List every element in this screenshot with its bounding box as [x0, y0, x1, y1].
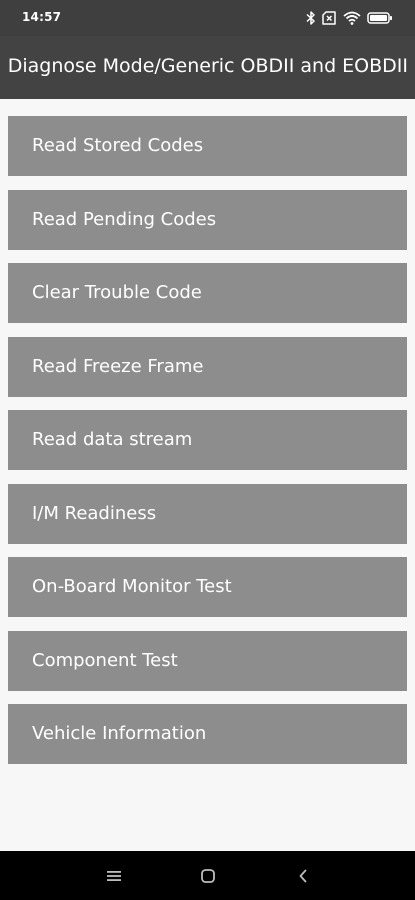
- page-title: Diagnose Mode/Generic OBDII and EOBDII: [7, 55, 408, 77]
- im-readiness-button[interactable]: I/M Readiness: [8, 484, 407, 544]
- menu-item-label: Vehicle Information: [32, 723, 207, 744]
- status-time: 14:57: [22, 10, 62, 24]
- bluetooth-icon: [306, 11, 316, 25]
- component-test-button[interactable]: Component Test: [8, 631, 407, 691]
- read-pending-codes-button[interactable]: Read Pending Codes: [8, 190, 407, 250]
- menu-item-label: Clear Trouble Code: [32, 282, 202, 303]
- back-button[interactable]: [292, 865, 314, 887]
- wifi-icon: [343, 11, 361, 25]
- menu-item-label: On-Board Monitor Test: [32, 576, 232, 597]
- menu-item-label: Component Test: [32, 650, 178, 671]
- read-stored-codes-button[interactable]: Read Stored Codes: [8, 116, 407, 176]
- menu-item-label: Read Stored Codes: [32, 135, 204, 156]
- menu-item-label: Read Freeze Frame: [32, 356, 204, 377]
- recent-apps-button[interactable]: [103, 865, 125, 887]
- battery-icon: [367, 11, 393, 25]
- home-button[interactable]: [197, 865, 219, 887]
- status-bar: 14:57: [0, 0, 415, 36]
- menu-item-label: Read Pending Codes: [32, 209, 217, 230]
- read-data-stream-button[interactable]: Read data stream: [8, 410, 407, 470]
- menu-icon: [107, 870, 121, 882]
- menu-item-label: I/M Readiness: [32, 503, 157, 524]
- clear-trouble-code-button[interactable]: Clear Trouble Code: [8, 263, 407, 323]
- vehicle-information-button[interactable]: Vehicle Information: [8, 704, 407, 764]
- menu-list: Read Stored Codes Read Pending Codes Cle…: [0, 99, 415, 851]
- back-icon: [298, 869, 308, 883]
- home-icon: [201, 869, 215, 883]
- menu-item-label: Read data stream: [32, 429, 193, 450]
- status-icons: [306, 9, 393, 27]
- sim-card-icon: [322, 11, 337, 25]
- system-nav-bar: [0, 851, 415, 900]
- read-freeze-frame-button[interactable]: Read Freeze Frame: [8, 337, 407, 397]
- on-board-monitor-test-button[interactable]: On-Board Monitor Test: [8, 557, 407, 617]
- app-header: Diagnose Mode/Generic OBDII and EOBDII: [0, 36, 415, 99]
